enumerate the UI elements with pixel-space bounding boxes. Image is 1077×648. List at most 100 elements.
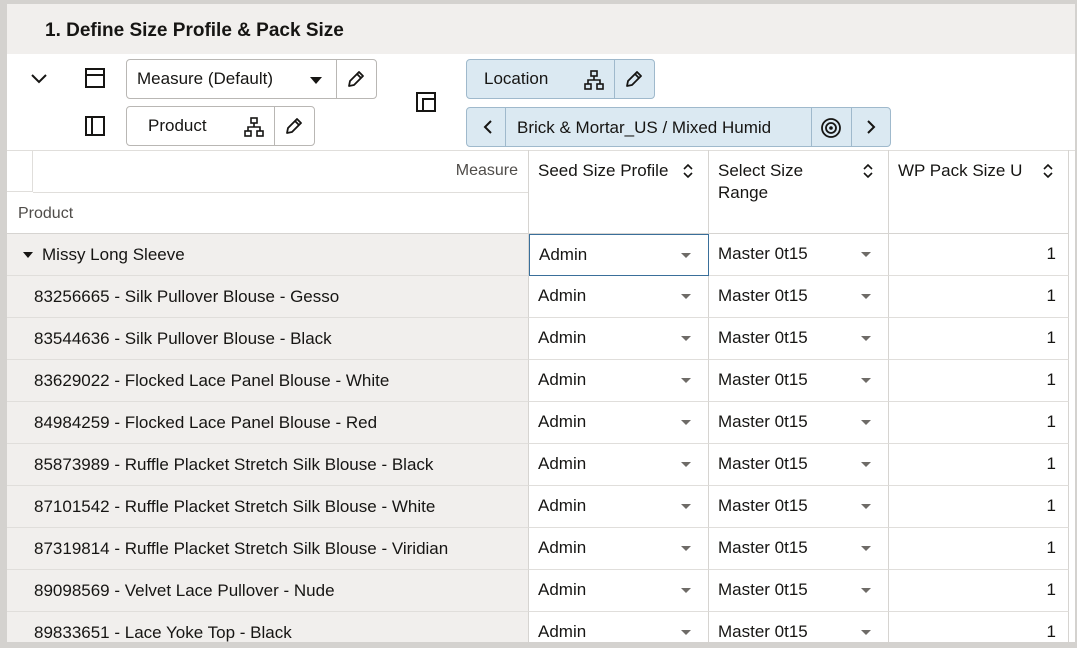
dropdown-caret-icon[interactable] xyxy=(681,546,691,551)
pack-size-cell[interactable]: 1 xyxy=(889,528,1069,570)
row-header[interactable]: 87319814 - Ruffle Placket Stretch Silk B… xyxy=(7,528,529,570)
dropdown-caret-icon[interactable] xyxy=(681,504,691,509)
layout-panel-icon[interactable] xyxy=(415,91,437,113)
pack-size-cell[interactable]: 1 xyxy=(889,486,1069,528)
chevron-right-icon[interactable] xyxy=(862,118,880,136)
dropdown-icon[interactable] xyxy=(309,75,323,85)
chevron-down-icon[interactable] xyxy=(29,68,49,88)
pack-size-cell[interactable]: 1 xyxy=(889,360,1069,402)
row-header[interactable]: Missy Long Sleeve xyxy=(7,234,529,276)
size-range-select[interactable]: Master 0t15 xyxy=(709,318,889,360)
dropdown-caret-icon[interactable] xyxy=(861,378,871,383)
target-icon[interactable] xyxy=(820,117,842,139)
dropdown-caret-icon[interactable] xyxy=(861,420,871,425)
hierarchy-icon[interactable] xyxy=(244,117,264,137)
table-row: 83544636 - Silk Pullover Blouse - Black … xyxy=(7,318,1075,360)
grid-corner-header: Measure Product xyxy=(7,150,529,234)
product-tile-label: Product xyxy=(148,116,207,135)
column-header-select-size-range[interactable]: Select Size Range xyxy=(709,150,889,234)
dropdown-caret-icon[interactable] xyxy=(861,252,871,257)
chevron-left-icon[interactable] xyxy=(479,118,497,136)
measure-tile[interactable]: Measure (Default) xyxy=(126,59,377,99)
row-header[interactable]: 87101542 - Ruffle Placket Stretch Silk B… xyxy=(7,486,529,528)
row-header[interactable]: 85873989 - Ruffle Placket Stretch Silk B… xyxy=(7,444,529,486)
collapse-triangle-icon[interactable] xyxy=(23,251,33,258)
dropdown-caret-icon[interactable] xyxy=(681,420,691,425)
row-header[interactable]: 83544636 - Silk Pullover Blouse - Black xyxy=(7,318,529,360)
pack-size-cell[interactable]: 1 xyxy=(889,234,1069,276)
dropdown-caret-icon[interactable] xyxy=(681,462,691,467)
row-layout-icon[interactable] xyxy=(84,67,106,89)
size-range-select[interactable]: Master 0t15 xyxy=(709,234,889,276)
location-tile-label: Location xyxy=(484,69,549,88)
dropdown-caret-icon[interactable] xyxy=(861,630,871,635)
dropdown-caret-icon[interactable] xyxy=(861,546,871,551)
dropdown-caret-icon[interactable] xyxy=(681,378,691,383)
dropdown-caret-icon[interactable] xyxy=(681,253,691,258)
row-header[interactable]: 83629022 - Flocked Lace Panel Blouse - W… xyxy=(7,360,529,402)
pack-size-cell[interactable]: 1 xyxy=(889,318,1069,360)
pencil-icon[interactable] xyxy=(624,69,644,89)
row-header[interactable]: 84984259 - Flocked Lace Panel Blouse - R… xyxy=(7,402,529,444)
dropdown-caret-icon[interactable] xyxy=(861,588,871,593)
page-selector-label: Brick & Mortar_US / Mixed Humid xyxy=(517,118,772,137)
dropdown-caret-icon[interactable] xyxy=(861,294,871,299)
seed-size-profile-select[interactable]: Admin xyxy=(529,402,709,444)
dropdown-caret-icon[interactable] xyxy=(681,588,691,593)
pack-size-cell[interactable]: 1 xyxy=(889,612,1069,642)
sort-icon[interactable] xyxy=(1041,162,1055,180)
pencil-icon[interactable] xyxy=(346,69,366,89)
title-bar: 1. Define Size Profile & Pack Size xyxy=(7,4,1075,54)
page-selector[interactable]: Brick & Mortar_US / Mixed Humid xyxy=(466,107,891,147)
page-title: 1. Define Size Profile & Pack Size xyxy=(45,20,344,41)
row-header[interactable]: 89833651 - Lace Yoke Top - Black xyxy=(7,612,529,642)
column-header-wp-pack-size[interactable]: WP Pack Size U xyxy=(889,150,1069,234)
product-axis-label: Product xyxy=(18,205,74,222)
table-row: 87319814 - Ruffle Placket Stretch Silk B… xyxy=(7,528,1075,570)
size-range-select[interactable]: Master 0t15 xyxy=(709,486,889,528)
dropdown-caret-icon[interactable] xyxy=(681,336,691,341)
size-range-select[interactable]: Master 0t15 xyxy=(709,570,889,612)
hierarchy-icon[interactable] xyxy=(584,70,604,90)
table-row: 85873989 - Ruffle Placket Stretch Silk B… xyxy=(7,444,1075,486)
seed-size-profile-select[interactable]: Admin xyxy=(529,276,709,318)
column-header-seed-size-profile[interactable]: Seed Size Profile xyxy=(529,150,709,234)
measure-tile-label: Measure (Default) xyxy=(137,69,274,88)
size-range-select[interactable]: Master 0t15 xyxy=(709,612,889,642)
pencil-icon[interactable] xyxy=(284,116,304,136)
pack-size-cell[interactable]: 1 xyxy=(889,444,1069,486)
sort-icon[interactable] xyxy=(861,162,875,180)
column-layout-icon[interactable] xyxy=(84,115,106,137)
seed-size-profile-select[interactable]: Admin xyxy=(529,234,709,276)
size-range-select[interactable]: Master 0t15 xyxy=(709,528,889,570)
dropdown-caret-icon[interactable] xyxy=(861,336,871,341)
row-header[interactable]: 89098569 - Velvet Lace Pullover - Nude xyxy=(7,570,529,612)
table-row: 89098569 - Velvet Lace Pullover - Nude A… xyxy=(7,570,1075,612)
dropdown-caret-icon[interactable] xyxy=(861,462,871,467)
table-row: 89833651 - Lace Yoke Top - Black Admin M… xyxy=(7,612,1075,642)
seed-size-profile-select[interactable]: Admin xyxy=(529,528,709,570)
product-tile[interactable]: Product xyxy=(126,106,315,146)
toolbar: Measure (Default) Product Location Brick… xyxy=(7,54,1075,151)
seed-size-profile-select[interactable]: Admin xyxy=(529,486,709,528)
dropdown-caret-icon[interactable] xyxy=(681,630,691,635)
table-row: Missy Long Sleeve Admin Master 0t15 1 xyxy=(7,234,1075,276)
dropdown-caret-icon[interactable] xyxy=(861,504,871,509)
row-header[interactable]: 83256665 - Silk Pullover Blouse - Gesso xyxy=(7,276,529,318)
dropdown-caret-icon[interactable] xyxy=(681,294,691,299)
size-range-select[interactable]: Master 0t15 xyxy=(709,360,889,402)
pack-size-cell[interactable]: 1 xyxy=(889,276,1069,318)
data-grid: Measure Product Seed Size Profile Select… xyxy=(7,150,1075,642)
sort-icon[interactable] xyxy=(681,162,695,180)
size-range-select[interactable]: Master 0t15 xyxy=(709,276,889,318)
seed-size-profile-select[interactable]: Admin xyxy=(529,318,709,360)
seed-size-profile-select[interactable]: Admin xyxy=(529,612,709,642)
pack-size-cell[interactable]: 1 xyxy=(889,402,1069,444)
seed-size-profile-select[interactable]: Admin xyxy=(529,570,709,612)
seed-size-profile-select[interactable]: Admin xyxy=(529,360,709,402)
seed-size-profile-select[interactable]: Admin xyxy=(529,444,709,486)
pack-size-cell[interactable]: 1 xyxy=(889,570,1069,612)
size-range-select[interactable]: Master 0t15 xyxy=(709,402,889,444)
location-tile[interactable]: Location xyxy=(466,59,655,99)
size-range-select[interactable]: Master 0t15 xyxy=(709,444,889,486)
